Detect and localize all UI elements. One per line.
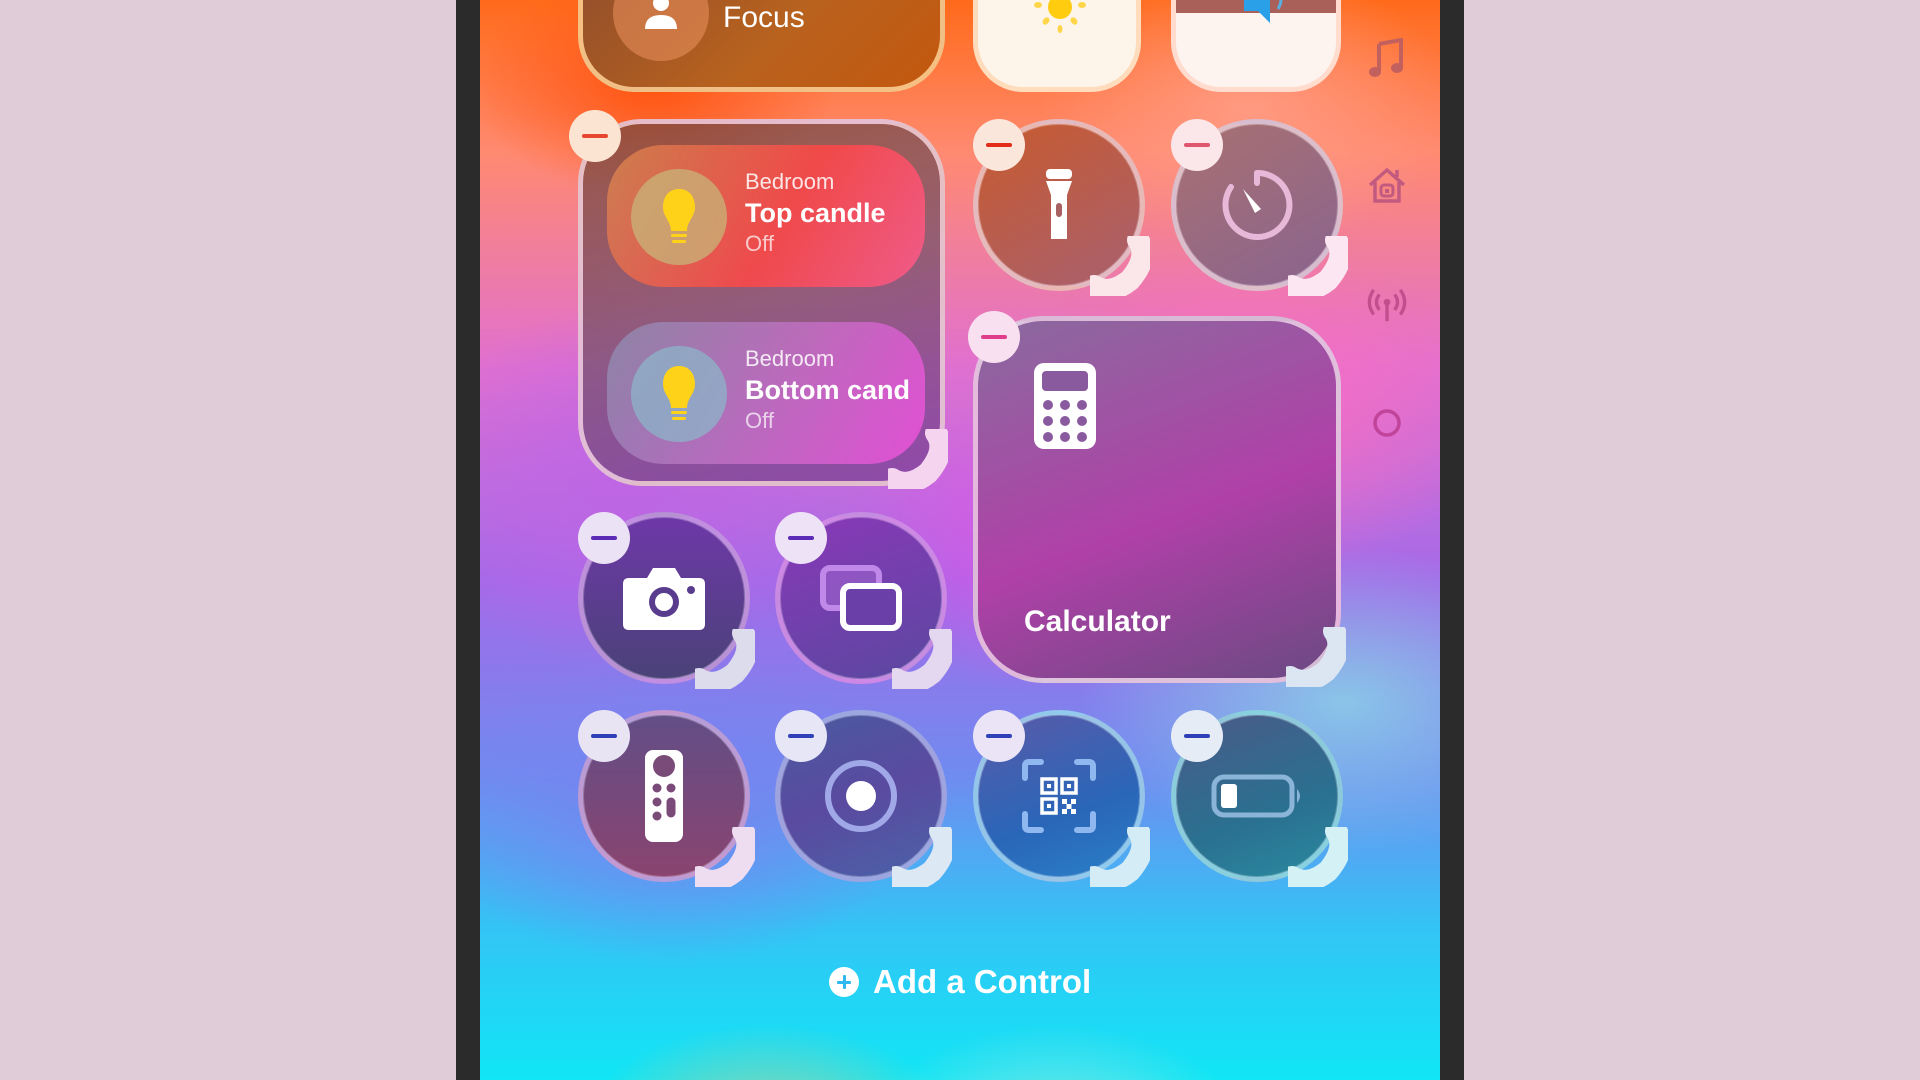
speaker-icon [1244,0,1283,23]
music-note-icon[interactable] [1366,38,1408,80]
remove-button[interactable] [973,119,1025,171]
calculator-control[interactable]: Calculator [968,311,1346,687]
remove-button[interactable] [1171,119,1223,171]
control-center-screen: Focus Bedroom Top candle Off Bedroom Bot… [480,0,1440,1080]
lightbulb-icon [663,366,695,420]
resize-handle[interactable] [1090,827,1150,887]
screen-recording-control[interactable] [775,710,952,887]
timer-control[interactable] [1171,119,1348,296]
remove-button[interactable] [578,512,630,564]
light-name: Top candle [745,198,886,228]
light-state: Off [745,231,774,256]
low-power-mode-control[interactable] [1171,710,1348,887]
remove-button[interactable] [578,710,630,762]
flashlight-icon [1046,169,1072,239]
screen-mirroring-icon [820,565,902,631]
remove-button[interactable] [569,110,621,162]
remote-control[interactable] [578,710,755,887]
plus-circle-icon [829,967,859,997]
remove-button[interactable] [968,311,1020,363]
brightness-slider[interactable] [973,0,1141,92]
person-icon [645,0,677,29]
calculator-label: Calculator [1024,605,1171,638]
resize-handle[interactable] [1090,236,1150,296]
bulb-button[interactable] [631,346,727,442]
timer-icon [1222,169,1293,240]
qr-code-icon [1022,759,1096,833]
add-control-label: Add a Control [873,963,1092,1000]
resize-handle[interactable] [1286,627,1346,687]
battery-icon [1211,774,1300,818]
resize-handle[interactable] [892,629,952,689]
lightbulb-icon [663,189,695,243]
circle-icon[interactable] [1366,402,1408,444]
resize-handle[interactable] [1288,236,1348,296]
focus-tile[interactable]: Focus [578,0,945,92]
remote-icon [645,750,683,842]
camera-icon [623,568,705,630]
remove-button[interactable] [973,710,1025,762]
resize-handle[interactable] [695,827,755,887]
antenna-icon[interactable] [1366,285,1408,327]
light-state: Off [745,408,774,433]
record-icon [825,760,897,832]
remove-button[interactable] [1171,710,1223,762]
screen-mirroring-control[interactable] [775,512,952,689]
remove-button[interactable] [775,710,827,762]
flashlight-control[interactable] [973,119,1150,296]
sun-icon [1034,0,1086,33]
home-icon[interactable] [1366,164,1408,206]
calculator-icon [1034,363,1096,449]
resize-handle[interactable] [892,827,952,887]
resize-handle[interactable] [695,629,755,689]
bulb-button[interactable] [631,169,727,265]
light-tile-top-candle[interactable]: Bedroom Top candle Off [607,145,925,287]
home-lights-group: Bedroom Top candle Off Bedroom Bottom ca… [569,110,948,489]
resize-handle[interactable] [1288,827,1348,887]
remove-button[interactable] [775,512,827,564]
add-control-button[interactable]: Add a Control [829,960,1091,1004]
volume-slider[interactable] [1171,0,1341,92]
light-tile-bottom-candle[interactable]: Bedroom Bottom cand Off [607,322,925,464]
code-scanner-control[interactable] [973,710,1150,887]
focus-icon-circle [613,0,709,61]
light-room: Bedroom [745,346,835,371]
focus-label: Focus [723,1,805,34]
resize-handle[interactable] [888,429,948,489]
light-name: Bottom cand [745,375,910,405]
light-room: Bedroom [745,169,835,194]
camera-control[interactable] [578,512,755,689]
